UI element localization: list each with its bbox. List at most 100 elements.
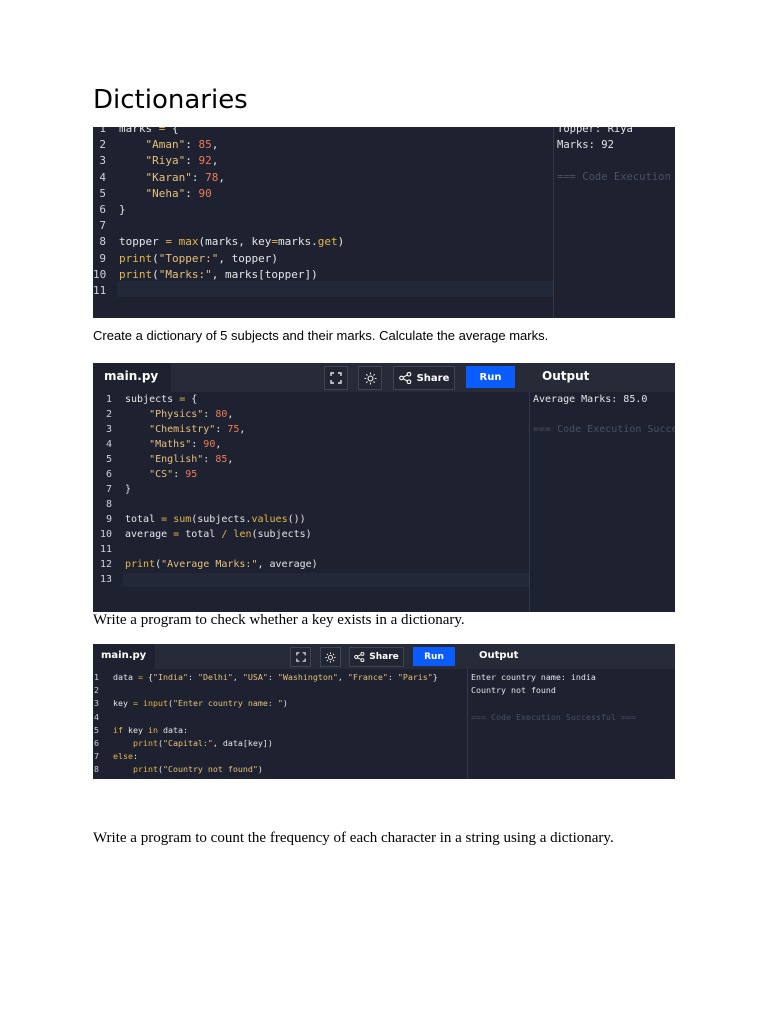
code-text: "Karan": 78, (145, 170, 225, 184)
code-line[interactable]: 13 (93, 572, 529, 587)
code-line[interactable]: 3 "Riya": 92, (93, 153, 553, 169)
code-text: print("Marks:", marks[topper]) (119, 267, 318, 281)
line-number: 6 (99, 203, 106, 216)
code-line[interactable]: 1 data = {"India": "Delhi", "USA": "Washi… (93, 671, 467, 684)
output-title: Output (479, 650, 519, 661)
line-number: 3 (105, 424, 112, 435)
line-number: 1 (99, 127, 106, 135)
share-icon (354, 652, 365, 662)
code-line[interactable]: 1 subjects = { (93, 392, 529, 407)
code-text: data = {"India": "Delhi", "USA": "Washin… (113, 672, 438, 682)
line-number: 10 (93, 267, 107, 281)
theme-toggle-button[interactable] (358, 366, 382, 390)
line-number: 3 (94, 698, 99, 709)
code-line[interactable]: 5 if key in data: (93, 724, 467, 737)
output-line: Topper: Riya (557, 127, 633, 135)
code-line[interactable]: 6 "CS": 95 (93, 467, 529, 482)
fullscreen-button[interactable] (324, 366, 348, 390)
line-number: 5 (94, 724, 99, 735)
line-number: 7 (99, 219, 106, 233)
code-line[interactable]: 4 (93, 711, 467, 724)
code-line[interactable]: 9 print("Topper:", topper) (93, 251, 553, 267)
line-number: 2 (94, 685, 99, 696)
code-line[interactable]: 8 topper = max(marks, key=marks.get) (93, 234, 553, 250)
line-number: 2 (99, 138, 106, 152)
line-number: 6 (105, 469, 112, 480)
line-number: 10 (99, 529, 112, 540)
code-line[interactable]: 12 print("Average Marks:", average) (93, 557, 529, 572)
theme-sun-icon (325, 651, 336, 663)
code-text: total = sum(subjects.values()) (125, 514, 306, 525)
code-line[interactable]: 6} (93, 202, 553, 218)
line-number: 11 (99, 544, 112, 555)
code-line[interactable]: 7} (93, 482, 529, 497)
output-panel: Topper: Riya Marks: 92 === Code Execution (553, 127, 675, 318)
code-line[interactable]: 11 (93, 542, 529, 557)
run-button[interactable]: Run (466, 366, 515, 388)
document-title: Dictionaries (93, 85, 248, 115)
theme-toggle-button[interactable] (320, 647, 341, 667)
run-button[interactable]: Run (413, 647, 455, 666)
output-line: Average Marks: 85.0 (533, 394, 648, 405)
code-line[interactable]: 2 (93, 684, 467, 697)
code-line[interactable]: 3 key = input("Enter country name: ") (93, 697, 467, 710)
output-line: Marks: 92 (557, 139, 614, 151)
question-key-exists: Write a program to check whether a key e… (93, 612, 465, 628)
code-line[interactable]: 11 (93, 283, 553, 299)
code-line[interactable]: 8 print("Country not found") (93, 763, 467, 776)
output-panel: Enter country name: india Country not fou… (467, 669, 675, 779)
code-line[interactable]: 8 (93, 497, 529, 512)
line-number: 5 (105, 454, 112, 465)
file-tab-main-py[interactable]: main.py (101, 650, 146, 661)
share-label: Share (416, 372, 450, 384)
output-line: === Code Execution Successful === (471, 711, 636, 722)
code-text: } (125, 484, 132, 495)
output-line: Country not found (471, 685, 556, 696)
code-line[interactable]: 3 "Chemistry": 75, (93, 422, 529, 437)
fullscreen-icon (330, 372, 342, 384)
output-line: === Code Execution Succe (533, 424, 675, 435)
line-number: 12 (99, 559, 112, 570)
output-title: Output (542, 369, 590, 383)
code-text: "CS": 95 (149, 469, 198, 480)
code-line[interactable]: 7 else: (93, 750, 467, 763)
code-text: average = total / len(subjects) (125, 529, 312, 540)
code-text: key = input("Enter country name: ") (113, 698, 288, 709)
code-line[interactable]: 2 "Physics": 80, (93, 407, 529, 422)
line-number: 1 (94, 672, 99, 682)
code-line[interactable]: 1 marks = { (93, 127, 553, 137)
code-line[interactable]: 7 (93, 218, 553, 234)
code-text: } (119, 203, 126, 216)
line-number: 7 (105, 484, 112, 495)
code-text: marks = { (119, 127, 179, 135)
code-line[interactable]: 5 "Neha": 90 (93, 186, 553, 202)
code-text: print("Capital:", data[key]) (132, 738, 273, 748)
code-text: "Maths": 90, (149, 439, 222, 450)
line-number: 2 (105, 409, 112, 420)
code-line[interactable]: 6 print("Capital:", data[key]) (93, 737, 467, 750)
line-number: 8 (99, 235, 106, 249)
line-number: 5 (99, 186, 106, 200)
code-line[interactable]: 10 average = total / len(subjects) (93, 527, 529, 542)
code-text: print("Topper:", topper) (119, 251, 278, 265)
fullscreen-icon (295, 652, 306, 662)
code-line[interactable]: 4 "Maths": 90, (93, 437, 529, 452)
code-editor: 1 data = {"India": "Delhi", "USA": "Washi… (93, 669, 467, 779)
share-button[interactable]: Share (393, 366, 455, 390)
code-line[interactable]: 4 "Karan": 78, (93, 170, 553, 186)
file-tab-main-py[interactable]: main.py (104, 369, 158, 383)
code-text: "English": 85, (149, 454, 234, 465)
line-number: 13 (99, 574, 112, 585)
code-line[interactable]: 2 "Aman": 85, (93, 137, 553, 153)
share-icon (398, 372, 411, 384)
code-screenshot-key-exists: main.py Share Run Output 1 data = {"India… (93, 644, 675, 779)
fullscreen-button[interactable] (290, 647, 311, 667)
share-button[interactable]: Share (349, 647, 404, 667)
line-number: 7 (94, 751, 99, 762)
code-text: subjects = { (125, 394, 198, 405)
line-number: 1 (105, 394, 112, 405)
code-line[interactable]: 5 "English": 85, (93, 452, 529, 467)
code-line[interactable]: 10 print("Marks:", marks[topper]) (93, 267, 553, 283)
code-line[interactable]: 9 total = sum(subjects.values()) (93, 512, 529, 527)
code-text: topper = max(marks, key=marks.get) (119, 235, 345, 249)
